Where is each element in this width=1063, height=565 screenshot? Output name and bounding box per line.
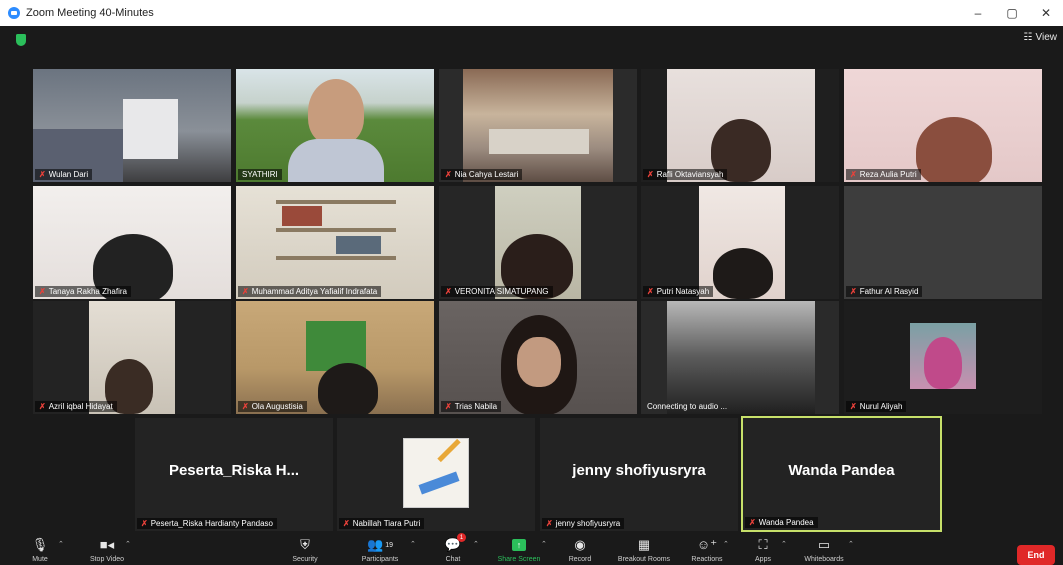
video-tile[interactable]: jenny shofiyusryra ✗ jenny shofiyusryra — [540, 418, 738, 531]
video-tile[interactable]: ✗ Fathur Al Rasyid — [844, 186, 1042, 299]
video-tile[interactable]: ✗ Tanaya Rakha Zhafira — [33, 186, 231, 299]
participants-button[interactable]: 👥 19 Participants — [345, 536, 415, 563]
security-shield-icon: ⛨ — [300, 537, 310, 552]
participant-name-tag: ✗ Azril iqbal Hidayat — [35, 401, 117, 412]
participant-name-tag: ✗ Reza Aulia Putri — [846, 169, 921, 180]
mic-muted-icon: ✗ — [647, 287, 654, 296]
participants-options-caret-icon[interactable]: ⌃ — [410, 540, 416, 548]
mic-muted-icon: ✗ — [445, 170, 452, 179]
participant-name-tag: ✗ Trias Nabila — [441, 401, 502, 412]
chat-notification-badge: 1 — [457, 533, 467, 542]
encryption-shield-icon[interactable] — [16, 34, 26, 46]
mic-muted-icon: ✗ — [445, 287, 452, 296]
close-button[interactable]: ✕ — [1029, 0, 1063, 26]
video-options-caret-icon[interactable]: ⌃ — [125, 540, 131, 548]
video-tile[interactable]: ✗ Putri Natasyah — [641, 186, 839, 299]
participant-name-tag: ✗ Wulan Dari — [35, 169, 93, 180]
video-tile[interactable]: ✗ Reza Aulia Putri — [844, 69, 1042, 182]
mic-muted-icon: ✗ — [343, 519, 350, 528]
mic-muted-icon: ✗ — [141, 519, 148, 528]
participant-name-tag: ✗ Nia Cahya Lestari — [441, 169, 523, 180]
video-tile[interactable]: Peserta_Riska H... ✗ Peserta_Riska Hardia… — [135, 418, 333, 531]
record-icon: ◉ — [574, 537, 586, 552]
window-title: Zoom Meeting 40-Minutes — [26, 7, 154, 19]
mute-button[interactable]: 🎙 Mute — [5, 536, 75, 563]
video-tile[interactable]: ✗ Nabillah Tiara Putri — [337, 418, 535, 531]
video-tile[interactable]: ✗ Rafli Oktaviansyah — [641, 69, 839, 182]
video-tile[interactable]: ✗ Trias Nabila — [439, 301, 637, 414]
participant-name-tag: ✗ Nurul Aliyah — [846, 401, 907, 412]
meeting-toolbar: 🎙 Mute ⌃ ■◂ Stop Video ⌃ ⛨ Security 👥 19 … — [0, 533, 1063, 565]
mic-muted-icon: ✗ — [546, 519, 553, 528]
apps-icon: ⛶ — [758, 537, 768, 552]
mic-muted-icon: ✗ — [39, 402, 46, 411]
mute-options-caret-icon[interactable]: ⌃ — [58, 540, 64, 548]
participant-name-tag: ✗ Rafli Oktaviansyah — [643, 169, 728, 180]
participant-display-name: Peserta_Riska H... — [168, 462, 300, 479]
participant-name-tag: ✗ Muhammad Aditya Yafialif Indrafata — [238, 286, 382, 297]
video-tile[interactable]: Connecting to audio ... — [641, 301, 839, 414]
mic-muted-icon: ✗ — [850, 170, 857, 179]
participant-name-tag: ✗ Nabillah Tiara Putri — [339, 518, 425, 529]
breakout-rooms-button[interactable]: ▦ Breakout Rooms — [609, 536, 679, 563]
participant-name-tag: ✗ jenny shofiyusryra — [542, 518, 625, 529]
breakout-rooms-icon: ▦ — [637, 537, 651, 552]
mic-muted-icon: ✗ — [850, 402, 857, 411]
zoom-logo-icon — [8, 7, 20, 19]
video-tile[interactable]: ✗ Nia Cahya Lestari — [439, 69, 637, 182]
mic-muted-icon: ✗ — [39, 170, 46, 179]
video-tile[interactable]: ✗ Wulan Dari — [33, 69, 231, 182]
video-tile[interactable]: ✗ Azril iqbal Hidayat — [33, 301, 231, 414]
stop-video-button[interactable]: ■◂ Stop Video — [72, 536, 142, 563]
participant-name-tag: SYATHIRI — [238, 169, 282, 180]
participant-name-tag: ✗ Wanda Pandea — [745, 517, 818, 528]
participant-name-tag: ✗ Peserta_Riska Hardianty Pandaso — [137, 518, 277, 529]
window-controls: – ▢ ✕ — [961, 0, 1063, 26]
participant-name-tag: ✗ Putri Natasyah — [643, 286, 714, 297]
active-speaker-tile[interactable]: Wanda Pandea ✗ Wanda Pandea — [741, 416, 942, 532]
maximize-button[interactable]: ▢ — [995, 0, 1029, 26]
mic-muted-icon: ✗ — [242, 287, 249, 296]
end-meeting-button[interactable]: End — [1017, 545, 1055, 565]
meeting-area: ☷ View ✗ Wulan Dari SYATHIRI ✗ Nia Cahya L… — [0, 26, 1063, 536]
participant-name-tag: ✗ VERONITA SIMATUPANG — [441, 286, 553, 297]
participant-name-tag: ✗ Ola Augustisia — [238, 401, 307, 412]
grid-icon: ☷ — [1023, 32, 1033, 43]
record-button[interactable]: ◉ Record — [545, 536, 615, 563]
microphone-icon: 🎙 — [31, 537, 49, 552]
share-screen-icon: ↑ — [512, 536, 526, 554]
mic-muted-icon: ✗ — [242, 402, 249, 411]
video-tile[interactable]: ✗ VERONITA SIMATUPANG — [439, 186, 637, 299]
chat-options-caret-icon[interactable]: ⌃ — [473, 540, 479, 548]
participant-display-name: jenny shofiyusryra — [572, 462, 706, 479]
participant-name-tag: ✗ Tanaya Rakha Zhafira — [35, 286, 131, 297]
view-label: View — [1035, 32, 1058, 43]
mic-muted-icon: ✗ — [445, 402, 452, 411]
video-tile[interactable]: ✗ Nurul Aliyah — [844, 301, 1042, 414]
mic-muted-icon: ✗ — [647, 170, 654, 179]
apps-button[interactable]: ⛶ Apps — [728, 536, 798, 563]
video-tile[interactable]: ✗ Muhammad Aditya Yafialif Indrafata — [236, 186, 434, 299]
video-tile[interactable]: SYATHIRI — [236, 69, 434, 182]
participant-name-tag: Connecting to audio ... — [647, 402, 728, 411]
reactions-smiley-icon: ☺⁺ — [696, 537, 718, 552]
title-bar: Zoom Meeting 40-Minutes – ▢ ✕ — [0, 0, 1063, 26]
whiteboard-icon: ▭ — [817, 537, 831, 552]
mic-muted-icon: ✗ — [850, 287, 857, 296]
video-camera-icon: ■◂ — [99, 537, 115, 552]
participants-icon: 👥 19 — [367, 537, 393, 552]
video-tile[interactable]: ✗ Ola Augustisia — [236, 301, 434, 414]
minimize-button[interactable]: – — [961, 0, 995, 26]
whiteboards-options-caret-icon[interactable]: ⌃ — [848, 540, 854, 548]
view-button[interactable]: ☷ View — [1024, 32, 1057, 43]
participant-name-tag: ✗ Fathur Al Rasyid — [846, 286, 923, 297]
chat-bubble-icon: 💬 1 — [445, 533, 467, 554]
security-button[interactable]: ⛨ Security — [270, 536, 340, 563]
mic-muted-icon: ✗ — [749, 518, 756, 527]
apps-options-caret-icon[interactable]: ⌃ — [781, 540, 787, 548]
participant-display-name: Wanda Pandea — [788, 462, 895, 479]
mic-muted-icon: ✗ — [39, 287, 46, 296]
